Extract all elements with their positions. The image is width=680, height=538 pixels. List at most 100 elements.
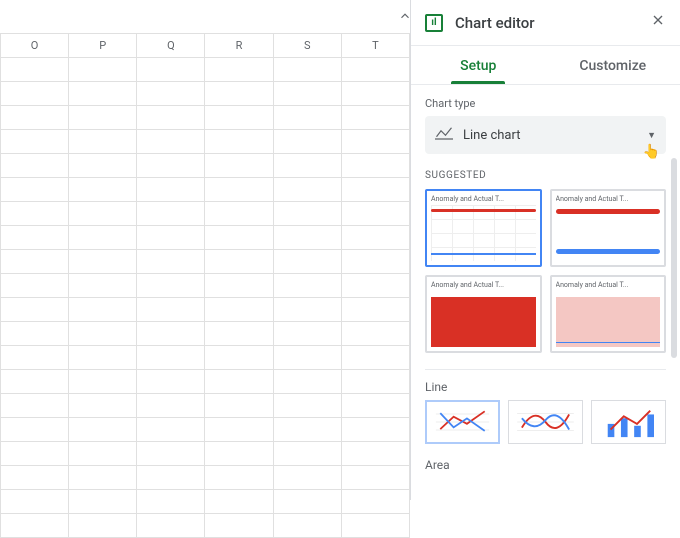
cell[interactable] bbox=[205, 370, 273, 394]
cell[interactable] bbox=[1, 514, 69, 538]
col-header[interactable]: P bbox=[69, 34, 137, 58]
cell[interactable] bbox=[69, 250, 137, 274]
cell[interactable] bbox=[273, 250, 341, 274]
cell[interactable] bbox=[341, 466, 409, 490]
cell[interactable] bbox=[69, 226, 137, 250]
cell[interactable] bbox=[205, 490, 273, 514]
cell[interactable] bbox=[69, 58, 137, 82]
cell[interactable] bbox=[341, 202, 409, 226]
cell[interactable] bbox=[1, 130, 69, 154]
cell[interactable] bbox=[273, 514, 341, 538]
cell[interactable] bbox=[341, 106, 409, 130]
cell[interactable] bbox=[137, 178, 205, 202]
suggested-thumb-smooth[interactable]: Anomaly and Actual T... bbox=[550, 189, 667, 267]
cell[interactable] bbox=[205, 178, 273, 202]
cell[interactable] bbox=[1, 442, 69, 466]
col-header[interactable]: T bbox=[341, 34, 409, 58]
line-chart-option-combo[interactable] bbox=[591, 400, 666, 444]
cell[interactable] bbox=[341, 490, 409, 514]
cell[interactable] bbox=[137, 106, 205, 130]
cell[interactable] bbox=[1, 106, 69, 130]
cell[interactable] bbox=[1, 178, 69, 202]
cell[interactable] bbox=[205, 106, 273, 130]
cell[interactable] bbox=[341, 58, 409, 82]
cell[interactable] bbox=[69, 322, 137, 346]
cell[interactable] bbox=[205, 154, 273, 178]
cell[interactable] bbox=[341, 154, 409, 178]
cell[interactable] bbox=[69, 466, 137, 490]
cell[interactable] bbox=[137, 418, 205, 442]
cell[interactable] bbox=[273, 226, 341, 250]
cell[interactable] bbox=[205, 82, 273, 106]
cell[interactable] bbox=[341, 418, 409, 442]
cell[interactable] bbox=[137, 370, 205, 394]
cell[interactable] bbox=[341, 514, 409, 538]
cell[interactable] bbox=[205, 514, 273, 538]
cell[interactable] bbox=[137, 274, 205, 298]
cell[interactable] bbox=[69, 418, 137, 442]
cell[interactable] bbox=[273, 370, 341, 394]
cell[interactable] bbox=[205, 322, 273, 346]
cell[interactable] bbox=[137, 442, 205, 466]
cell[interactable] bbox=[341, 298, 409, 322]
cell[interactable] bbox=[137, 130, 205, 154]
cell[interactable] bbox=[341, 82, 409, 106]
cell[interactable] bbox=[205, 226, 273, 250]
cell[interactable] bbox=[1, 82, 69, 106]
cell[interactable] bbox=[205, 418, 273, 442]
cell[interactable] bbox=[69, 274, 137, 298]
cell[interactable] bbox=[1, 154, 69, 178]
cell[interactable] bbox=[69, 130, 137, 154]
cell[interactable] bbox=[1, 58, 69, 82]
cell[interactable] bbox=[341, 274, 409, 298]
cell[interactable] bbox=[137, 82, 205, 106]
cell[interactable] bbox=[1, 274, 69, 298]
cell[interactable] bbox=[69, 154, 137, 178]
cell[interactable] bbox=[1, 418, 69, 442]
cell[interactable] bbox=[273, 442, 341, 466]
cell[interactable] bbox=[69, 298, 137, 322]
cell[interactable] bbox=[1, 298, 69, 322]
cell[interactable] bbox=[273, 178, 341, 202]
cell[interactable] bbox=[69, 394, 137, 418]
cell[interactable] bbox=[69, 82, 137, 106]
cell[interactable] bbox=[341, 178, 409, 202]
cell[interactable] bbox=[273, 418, 341, 442]
cell[interactable] bbox=[137, 514, 205, 538]
cell[interactable] bbox=[273, 130, 341, 154]
cell[interactable] bbox=[341, 226, 409, 250]
cell[interactable] bbox=[273, 202, 341, 226]
cell[interactable] bbox=[205, 58, 273, 82]
cell[interactable] bbox=[273, 490, 341, 514]
cell[interactable] bbox=[1, 250, 69, 274]
cell[interactable] bbox=[137, 250, 205, 274]
cell[interactable] bbox=[69, 442, 137, 466]
cell[interactable] bbox=[137, 322, 205, 346]
cell[interactable] bbox=[137, 298, 205, 322]
cell[interactable] bbox=[341, 394, 409, 418]
cell[interactable] bbox=[273, 346, 341, 370]
suggested-thumb-line[interactable]: Anomaly and Actual T... bbox=[425, 189, 542, 267]
cell[interactable] bbox=[69, 370, 137, 394]
cell[interactable] bbox=[205, 274, 273, 298]
cell[interactable] bbox=[137, 58, 205, 82]
col-header[interactable]: Q bbox=[137, 34, 205, 58]
cell[interactable] bbox=[205, 202, 273, 226]
cell[interactable] bbox=[341, 322, 409, 346]
cell[interactable] bbox=[1, 346, 69, 370]
cell[interactable] bbox=[273, 106, 341, 130]
cell[interactable] bbox=[273, 394, 341, 418]
cell[interactable] bbox=[273, 322, 341, 346]
cell[interactable] bbox=[137, 466, 205, 490]
cell[interactable] bbox=[273, 466, 341, 490]
close-button[interactable] bbox=[648, 10, 668, 35]
cell[interactable] bbox=[1, 370, 69, 394]
scrollbar-thumb[interactable] bbox=[671, 158, 677, 358]
cell[interactable] bbox=[341, 130, 409, 154]
cell[interactable] bbox=[1, 226, 69, 250]
chart-type-dropdown[interactable]: Line chart ▼ 👆 bbox=[425, 116, 666, 154]
cell[interactable] bbox=[341, 250, 409, 274]
cell[interactable] bbox=[273, 298, 341, 322]
cell[interactable] bbox=[341, 442, 409, 466]
cell[interactable] bbox=[205, 298, 273, 322]
